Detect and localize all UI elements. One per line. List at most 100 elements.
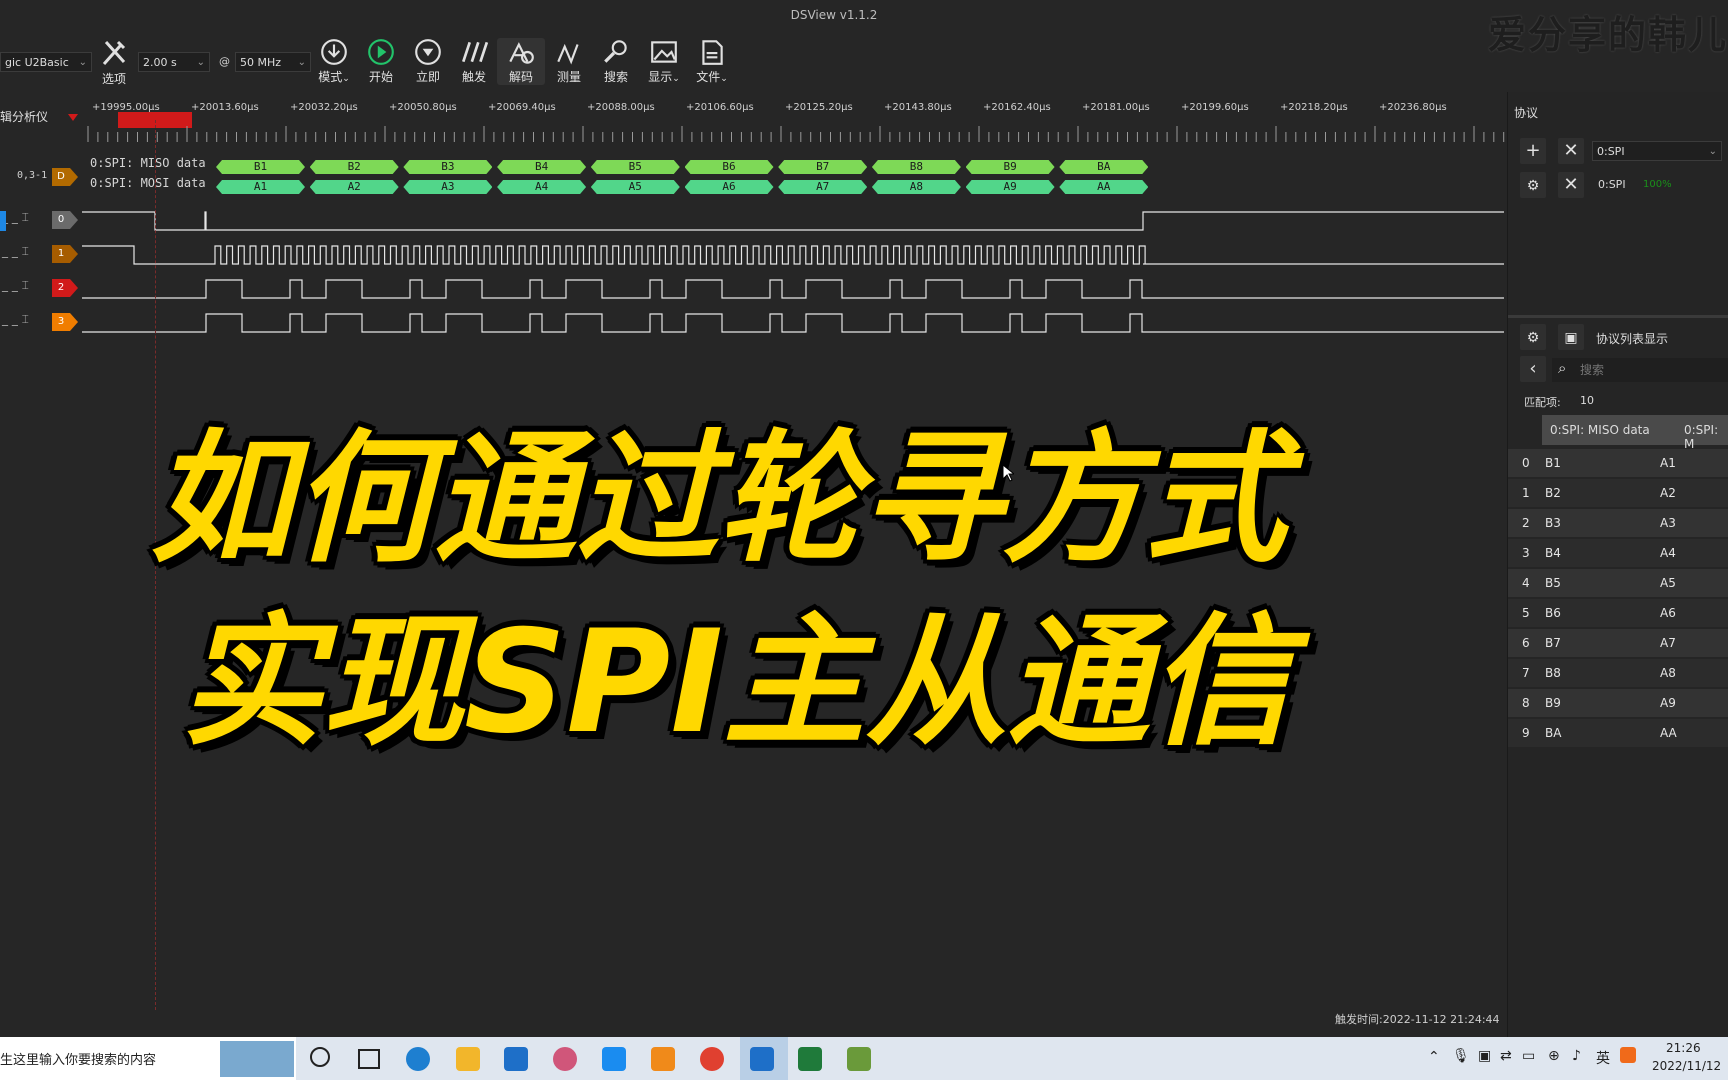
protocol-select[interactable]: 0:SPI ⌄: [1592, 141, 1722, 161]
row-miso-value: B5: [1545, 576, 1561, 590]
ime-icon[interactable]: 英: [1596, 1048, 1610, 1068]
explorer-icon[interactable]: [456, 1047, 480, 1071]
tool-file-button[interactable]: 文件⌄: [688, 38, 736, 85]
miso-decode-value[interactable]: B2: [310, 160, 399, 174]
duration-select[interactable]: 2.00 s ⌄: [138, 52, 210, 72]
options-button[interactable]: 选项: [90, 38, 138, 87]
tray-up-icon[interactable]: ⌃: [1428, 1049, 1440, 1065]
security-icon[interactable]: [1620, 1047, 1636, 1063]
row-miso-value: B2: [1545, 486, 1561, 500]
search-box[interactable]: ⌕: [1552, 358, 1728, 382]
mosi-decode-value[interactable]: A9: [966, 180, 1055, 194]
add-protocol-button[interactable]: +: [1520, 138, 1546, 164]
tool-measure-button[interactable]: 测量: [545, 38, 593, 85]
chevron-down-icon: ⌄: [297, 57, 306, 68]
edge-icon[interactable]: [406, 1047, 430, 1071]
mosi-decode-value[interactable]: A1: [216, 180, 305, 194]
list-row[interactable]: 6 B7 A7: [1508, 629, 1728, 657]
volume-icon[interactable]: ♪: [1572, 1048, 1581, 1064]
col-miso-header[interactable]: 0:SPI: MISO data: [1550, 423, 1650, 437]
mouse-cursor-icon: [1002, 464, 1014, 482]
network-icon[interactable]: ⇄: [1500, 1048, 1512, 1064]
miso-decode-value[interactable]: B4: [497, 160, 586, 174]
list-row[interactable]: 0 B1 A1: [1508, 449, 1728, 477]
task-view-icon[interactable]: [358, 1049, 380, 1069]
settings-icon: ⚙: [1526, 330, 1540, 346]
miso-decode-value[interactable]: B7: [778, 160, 867, 174]
excel-icon[interactable]: [798, 1047, 822, 1071]
miso-decode-value[interactable]: B8: [872, 160, 961, 174]
tool-search-button[interactable]: 搜索: [592, 38, 640, 85]
mail-icon[interactable]: [504, 1047, 528, 1071]
col-mosi-header[interactable]: 0:SPI: M: [1684, 423, 1728, 451]
list-row[interactable]: 8 B9 A9: [1508, 689, 1728, 717]
battery-icon[interactable]: ▭: [1522, 1048, 1535, 1064]
list-row[interactable]: 9 BA AA: [1508, 719, 1728, 747]
chart-app-icon[interactable]: [847, 1047, 871, 1071]
chevron-left-icon: ‹: [1529, 358, 1537, 379]
list-row[interactable]: 7 B8 A8: [1508, 659, 1728, 687]
recorder-icon[interactable]: [651, 1047, 675, 1071]
protocol-panel: 协议 + ✕ 0:SPI ⌄ ⚙ ✕ 0:SPI 100% ⚙ ▣ 协议列表显示 …: [1507, 92, 1728, 1037]
ruler-tick-label: +20143.80μs: [884, 102, 952, 113]
app-icon[interactable]: [553, 1047, 577, 1071]
mosi-decode-value[interactable]: A8: [872, 180, 961, 194]
tool-trigger-button[interactable]: 触发: [450, 38, 498, 85]
device-select[interactable]: gic U2Basic ⌄: [0, 52, 92, 72]
chrome-icon[interactable]: [700, 1047, 724, 1071]
ruler-tick-label: +20181.00μs: [1082, 102, 1150, 113]
panel-splitter[interactable]: [1508, 315, 1728, 318]
row-mosi-value: A2: [1660, 486, 1676, 500]
row-miso-value: B3: [1545, 516, 1561, 530]
miso-decode-value[interactable]: B1: [216, 160, 305, 174]
protocol-settings-button[interactable]: ⚙: [1520, 172, 1546, 198]
miso-decode-value[interactable]: B6: [685, 160, 774, 174]
mosi-decode-value[interactable]: A6: [685, 180, 774, 194]
list-row[interactable]: 1 B2 A2: [1508, 479, 1728, 507]
save-icon: ▣: [1564, 330, 1578, 346]
camera-icon[interactable]: ▣: [1478, 1048, 1491, 1064]
tool-play-button[interactable]: 开始: [357, 38, 405, 85]
list-row[interactable]: 4 B5 A5: [1508, 569, 1728, 597]
miso-decode-value[interactable]: B3: [403, 160, 492, 174]
decode-icon: [509, 42, 534, 64]
miso-decode-value[interactable]: BA: [1059, 160, 1148, 174]
feishu-icon[interactable]: [602, 1047, 626, 1071]
list-row[interactable]: 2 B3 A3: [1508, 509, 1728, 537]
mosi-decode-value[interactable]: A7: [778, 180, 867, 194]
list-settings-button[interactable]: ⚙: [1520, 324, 1546, 350]
list-row[interactable]: 3 B4 A4: [1508, 539, 1728, 567]
search-input[interactable]: [1578, 360, 1728, 380]
mosi-decode-value[interactable]: AA: [1059, 180, 1148, 194]
tool-display-button[interactable]: 显示⌄: [640, 38, 688, 85]
chevron-down-icon: ⌄: [672, 74, 680, 84]
taskbar-search[interactable]: 生这里输入你要搜索的内容: [0, 1037, 296, 1080]
mosi-decode-value[interactable]: A2: [310, 180, 399, 194]
mosi-decode-value[interactable]: A3: [403, 180, 492, 194]
miso-decode-value[interactable]: B5: [591, 160, 680, 174]
remove-protocol-button[interactable]: ✕: [1558, 138, 1584, 164]
tool-decode-button[interactable]: 解码: [497, 38, 545, 85]
watermark: 爱分享的韩儿: [1487, 12, 1728, 57]
decode-tag[interactable]: D: [52, 168, 78, 186]
waveform-area[interactable]: [0, 200, 1506, 340]
row-mosi-value: A7: [1660, 636, 1676, 650]
mosi-decode-value[interactable]: A4: [497, 180, 586, 194]
back-button[interactable]: ‹: [1520, 356, 1546, 382]
cortana-icon[interactable]: [310, 1047, 330, 1067]
globe-icon[interactable]: ⊕: [1548, 1048, 1560, 1064]
row-index: 7: [1522, 666, 1530, 680]
tool-capture-button[interactable]: 立即: [404, 38, 452, 85]
tool-label: 立即: [415, 70, 440, 84]
dsview-icon[interactable]: [750, 1047, 774, 1071]
trigger-icon: [462, 41, 489, 63]
miso-decode-value[interactable]: B9: [966, 160, 1055, 174]
remove-decoder-button[interactable]: ✕: [1558, 172, 1584, 198]
tool-download-button[interactable]: 模式⌄: [310, 38, 358, 85]
mosi-decode-value[interactable]: A5: [591, 180, 680, 194]
save-list-button[interactable]: ▣: [1558, 324, 1584, 350]
list-row[interactable]: 5 B6 A6: [1508, 599, 1728, 627]
match-count: 10: [1580, 394, 1594, 407]
microphone-icon[interactable]: 🎙: [1452, 1048, 1470, 1064]
samplerate-select[interactable]: 50 MHz ⌄: [235, 52, 311, 72]
